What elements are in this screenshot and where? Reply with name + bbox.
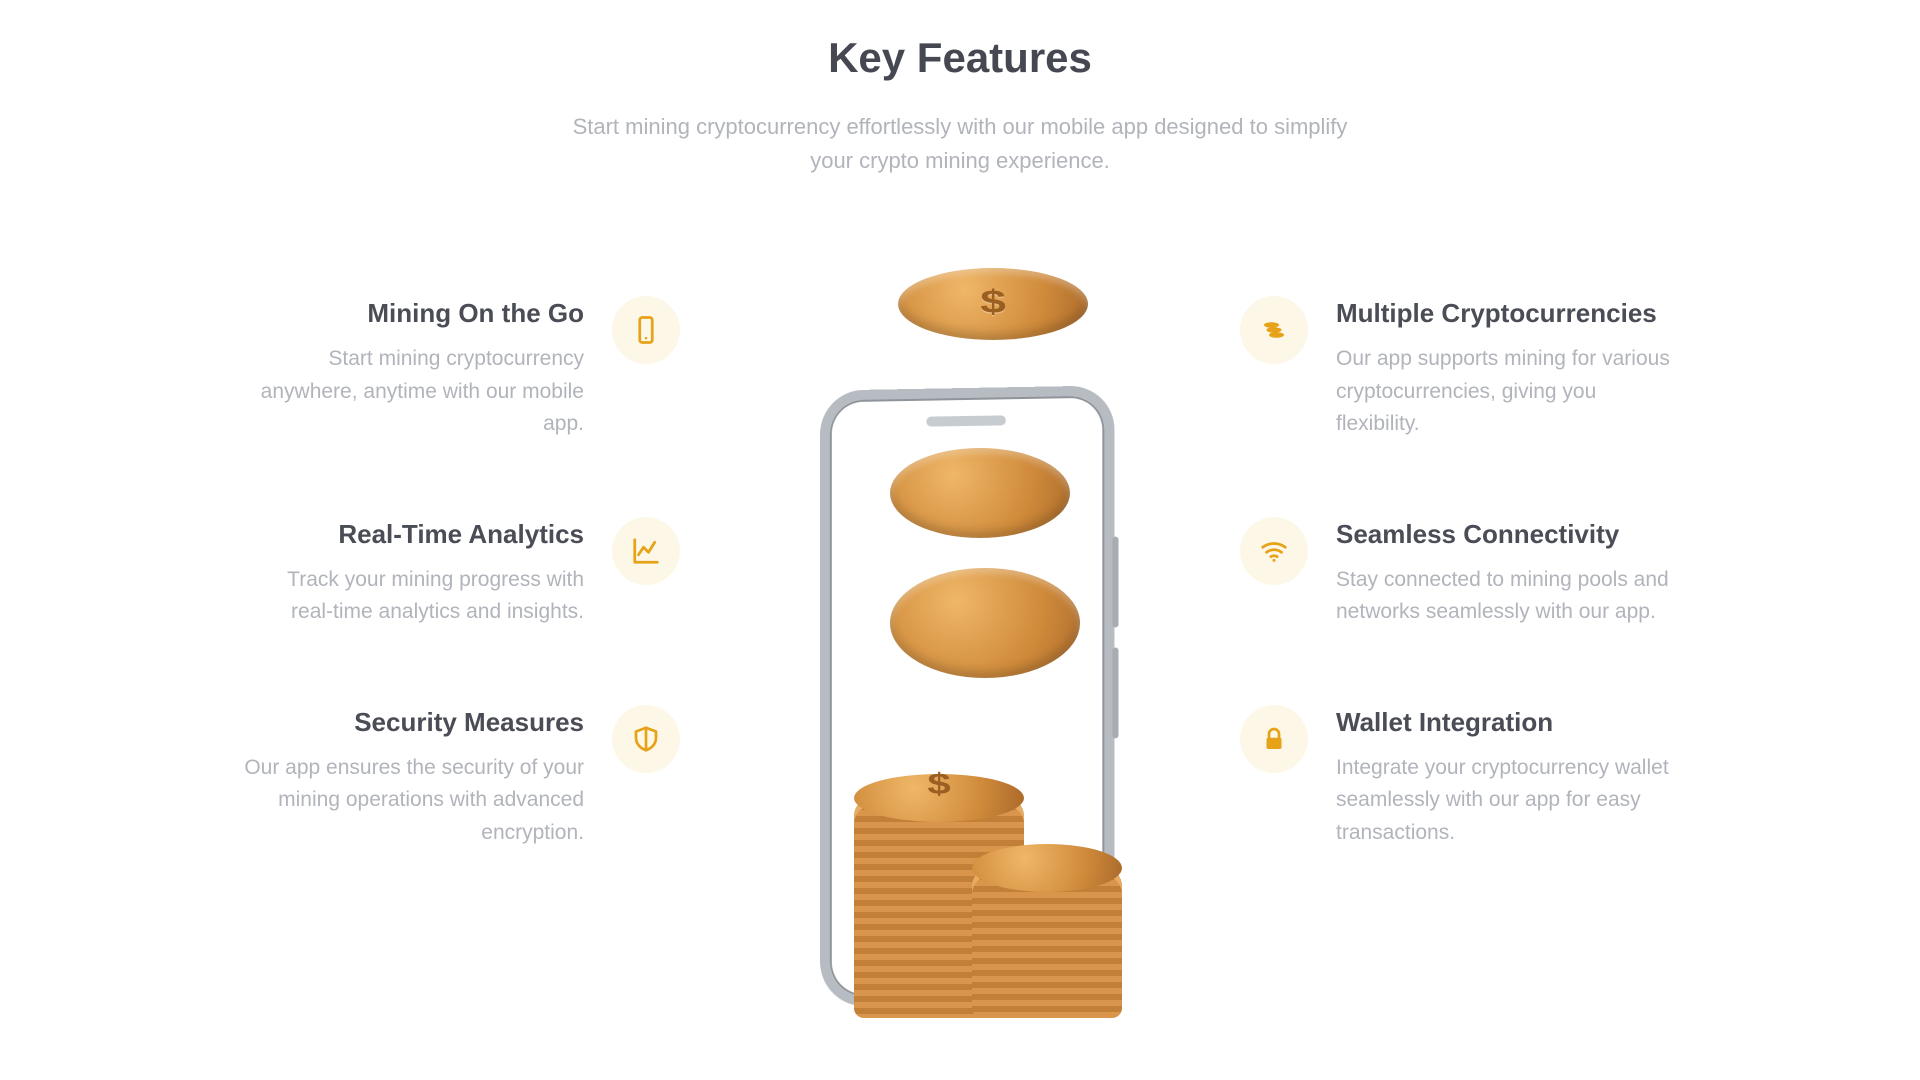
coin-illustration — [890, 448, 1070, 538]
feature-multiple-cryptocurrencies: Multiple Cryptocurrencies Our app suppor… — [1240, 298, 1680, 441]
feature-wallet-integration: Wallet Integration Integrate your crypto… — [1240, 707, 1680, 850]
feature-title: Mining On the Go — [240, 298, 584, 329]
features-left-column: Mining On the Go Start mining cryptocurr… — [240, 268, 680, 849]
coins-icon — [1240, 296, 1308, 364]
feature-desc: Integrate your cryptocurrency wallet sea… — [1336, 752, 1680, 850]
feature-title: Security Measures — [240, 707, 584, 738]
feature-security-measures: Security Measures Our app ensures the se… — [240, 707, 680, 850]
feature-desc: Stay connected to mining pools and netwo… — [1336, 564, 1680, 629]
mobile-icon — [612, 296, 680, 364]
feature-real-time-analytics: Real-Time Analytics Track your mining pr… — [240, 519, 680, 629]
feature-desc: Start mining cryptocurrency anywhere, an… — [240, 343, 584, 441]
wifi-icon — [1240, 517, 1308, 585]
section-subtitle: Start mining cryptocurrency effortlessly… — [570, 110, 1350, 178]
dollar-sign: $ — [980, 283, 1006, 321]
feature-mining-on-the-go: Mining On the Go Start mining cryptocurr… — [240, 298, 680, 441]
feature-desc: Our app supports mining for various cryp… — [1336, 343, 1680, 441]
feature-desc: Track your mining progress with real-tim… — [240, 564, 584, 629]
features-right-column: Multiple Cryptocurrencies Our app suppor… — [1240, 268, 1680, 849]
coin-stack-illustration — [972, 868, 1122, 1018]
feature-title: Real-Time Analytics — [240, 519, 584, 550]
feature-title: Seamless Connectivity — [1336, 519, 1680, 550]
lock-icon — [1240, 705, 1308, 773]
feature-seamless-connectivity: Seamless Connectivity Stay connected to … — [1240, 519, 1680, 629]
shield-icon — [612, 705, 680, 773]
coin-illustration — [890, 568, 1080, 678]
features-columns: Mining On the Go Start mining cryptocurr… — [0, 268, 1920, 1028]
dollar-sign: $ — [927, 767, 950, 801]
coin-illustration: $ — [898, 268, 1088, 340]
features-section: Key Features Start mining cryptocurrency… — [0, 0, 1920, 1028]
center-illustration: $ $ — [770, 268, 1150, 1028]
feature-title: Wallet Integration — [1336, 707, 1680, 738]
chart-line-icon — [612, 517, 680, 585]
section-title: Key Features — [0, 34, 1920, 82]
feature-desc: Our app ensures the security of your min… — [240, 752, 584, 850]
feature-title: Multiple Cryptocurrencies — [1336, 298, 1680, 329]
